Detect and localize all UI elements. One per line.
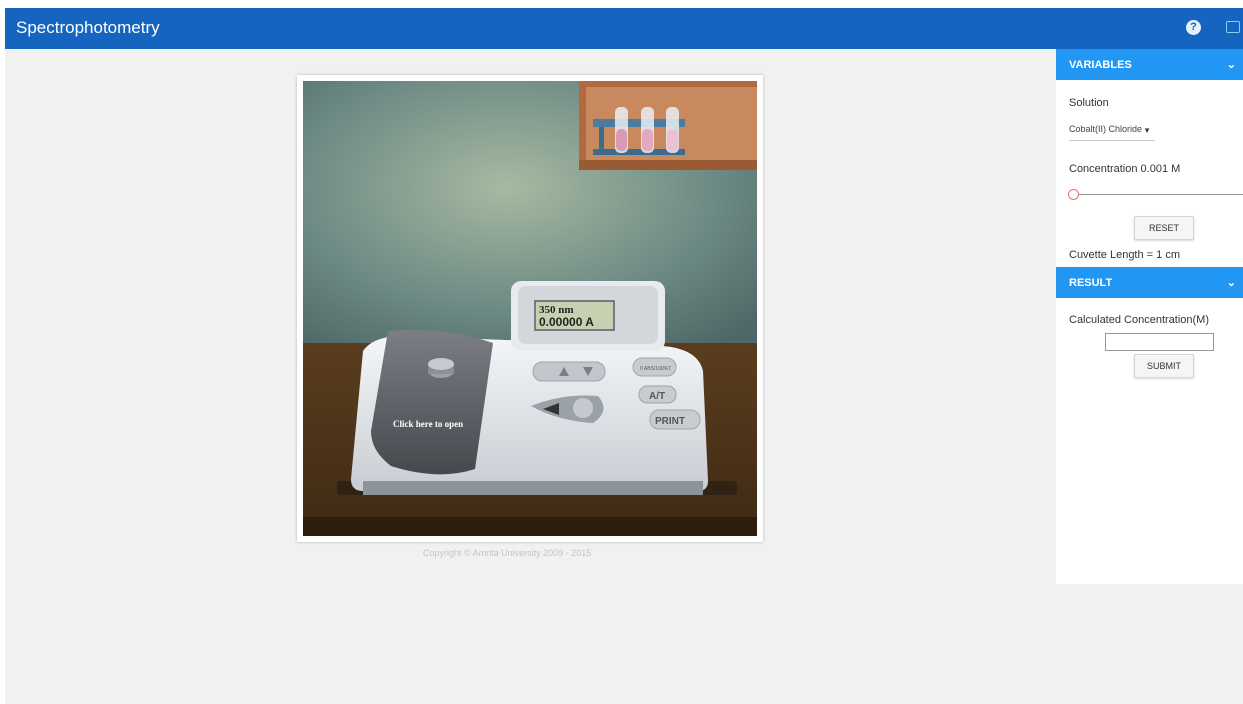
calculated-concentration-label: Calculated Concentration(M) <box>1069 314 1210 326</box>
concentration-slider-track[interactable] <box>1074 194 1243 195</box>
simulation-frame: 350 nm 0.00000 A Click here to open 0 AB… <box>297 75 763 542</box>
chevron-down-icon: ⌄ <box>1226 59 1236 71</box>
display-absorbance: 0.00000 A <box>539 315 594 329</box>
simulation-canvas: 350 nm 0.00000 A Click here to open 0 AB… <box>303 81 757 536</box>
fullscreen-icon[interactable] <box>1226 21 1240 33</box>
solution-select[interactable]: Cobalt(II) Chloride ▼ <box>1069 124 1155 141</box>
concentration-slider-thumb[interactable] <box>1068 189 1079 200</box>
variables-title: VARIABLES <box>1069 59 1132 71</box>
chevron-down-icon: ⌄ <box>1226 277 1236 289</box>
help-icon[interactable]: ? <box>1186 20 1201 35</box>
sample-lid[interactable] <box>371 329 493 475</box>
lid-label: Click here to open <box>393 419 463 429</box>
solution-value: Cobalt(II) Chloride <box>1069 124 1143 134</box>
app-window: Spectrophotometry ? 350 nm 0.00000 A Cli… <box>5 8 1243 704</box>
calculated-concentration-input[interactable] <box>1105 333 1214 351</box>
reset-button[interactable]: RESET <box>1134 216 1194 240</box>
cuvette-label: Cuvette Length = 1 cm <box>1069 249 1180 261</box>
print-button[interactable]: PRINT <box>655 416 685 427</box>
at-button[interactable]: A/T <box>649 391 665 402</box>
wavelength-buttons[interactable] <box>532 361 606 382</box>
dropdown-caret-icon: ▼ <box>1143 126 1151 135</box>
copyright-text: Copyright © Amrita University 2009 - 201… <box>423 548 592 558</box>
zero-button[interactable]: 0 ABS/100%T <box>640 366 671 372</box>
lab-scene: 350 nm 0.00000 A Click here to open 0 AB… <box>303 81 757 536</box>
result-header[interactable]: RESULT ⌄ <box>1056 267 1243 298</box>
top-bar: Spectrophotometry ? <box>5 8 1243 49</box>
concentration-label: Concentration 0.001 M <box>1069 163 1181 175</box>
solution-label: Solution <box>1069 97 1109 109</box>
result-title: RESULT <box>1069 277 1113 289</box>
control-panel: VARIABLES ⌄ Solution Cobalt(II) Chloride… <box>1056 49 1243 584</box>
variables-header[interactable]: VARIABLES ⌄ <box>1056 49 1243 80</box>
app-title: Spectrophotometry <box>16 18 160 37</box>
submit-button[interactable]: SUBMIT <box>1134 354 1194 378</box>
